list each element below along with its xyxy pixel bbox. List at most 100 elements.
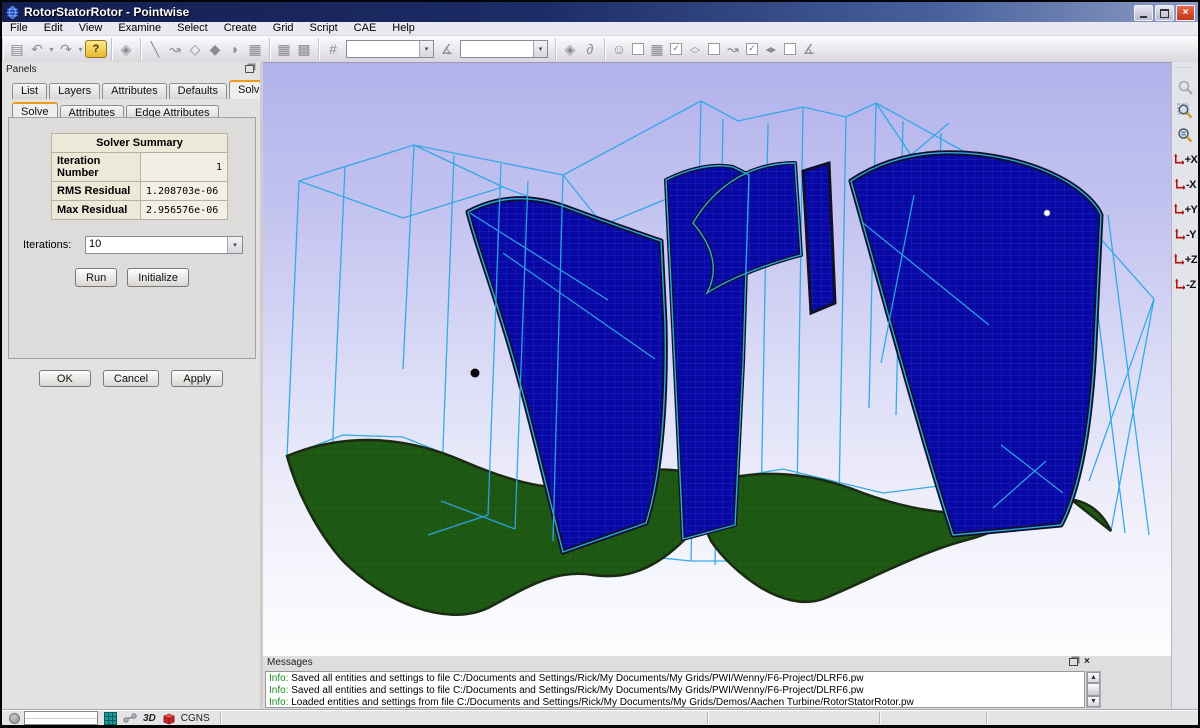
show-database-checkbox[interactable]: ✓ [746,43,758,55]
magnifier-box-icon [1177,103,1194,120]
log-line: Info: Saved all entities and settings to… [269,673,1081,685]
ok-button[interactable]: OK [39,370,91,387]
iterations-row: Iterations: 10 ▾ [23,236,243,254]
content-area: Panels List Layers Attributes Defaults S… [2,62,1198,710]
view-plus-z-button[interactable]: +Z [1172,249,1198,270]
create-curve-icon[interactable]: ↝ [165,39,185,59]
show-connectors-checkbox[interactable] [708,43,720,55]
cancel-button[interactable]: Cancel [103,370,159,387]
spacing-visibility-icon[interactable]: ∡ [799,39,819,59]
restore-button[interactable] [1155,5,1174,21]
title-bar[interactable]: RotorStatorRotor - Pointwise × [2,2,1198,22]
run-button[interactable]: Run [75,268,117,287]
axis-label: +Z [1185,254,1197,266]
show-blocks-checkbox[interactable] [632,43,644,55]
log-level: Info: [269,673,288,684]
toolbar-group-solve: ◈ ∂ [555,38,604,60]
zoom-select-button[interactable] [1173,75,1197,99]
angle-combo[interactable]: ▾ [460,40,548,58]
structured-grid-icon[interactable]: ▦ [274,39,294,59]
tab-list[interactable]: List [12,83,47,99]
status-segment [880,712,980,724]
initialize-button[interactable]: Initialize [127,268,189,287]
menu-grid[interactable]: Grid [265,22,302,35]
apply-button[interactable]: Apply [171,370,223,387]
menu-edit[interactable]: Edit [36,22,71,35]
toolbar-group-grid: ▦ ▩ [269,38,318,60]
show-domains-checkbox[interactable]: ✓ [670,43,682,55]
axis-icon [1174,278,1185,291]
scroll-down-icon[interactable]: ▼ [1087,696,1100,707]
undo-dropdown-icon[interactable]: ▾ [47,39,56,59]
solve-domain-icon[interactable]: ◈ [560,39,580,59]
tab-layers[interactable]: Layers [49,83,100,99]
iterations-combo-arrow-icon[interactable]: ▾ [227,237,242,253]
create-domain-icon[interactable]: ◇ [185,39,205,59]
minimize-button[interactable] [1134,5,1153,21]
create-connector-icon[interactable]: ╲ [145,39,165,59]
view-plus-y-button[interactable]: +Y [1172,199,1198,220]
menu-select[interactable]: Select [169,22,216,35]
toolbar-drag-handle[interactable]: ⋯⋯ [1177,64,1193,72]
scene-3d [263,63,1171,657]
undo-icon[interactable]: ↶ [27,39,47,59]
iterations-combo[interactable]: 10 ▾ [85,236,243,254]
messages-title: Messages [263,656,1101,670]
partial-derivative-icon[interactable]: ∂ [580,39,600,59]
axis-icon [1173,153,1184,166]
tab-attributes[interactable]: Attributes [102,83,166,99]
show-spacings-checkbox[interactable] [784,43,796,55]
view-minus-x-button[interactable]: -X [1172,174,1198,195]
solve-page: Solver Summary Iteration Number 1 RMS Re… [8,117,256,359]
cae-solver-label: CGNS [181,713,210,724]
messages-close-icon[interactable]: × [1084,658,1090,666]
database-visibility-icon[interactable]: ◆ [761,44,781,55]
axis-icon [1173,203,1184,216]
menu-file[interactable]: File [2,22,36,35]
create-block-icon[interactable]: ▦ [245,39,265,59]
create-structured-domain-icon[interactable]: ◆ [205,39,225,59]
menu-view[interactable]: View [71,22,111,35]
view-minus-y-button[interactable]: -Y [1172,224,1198,245]
minimize-icon [1140,13,1147,18]
help-icon[interactable]: ? [85,40,107,58]
redo-dropdown-icon[interactable]: ▾ [76,39,85,59]
save-icon[interactable]: ▤ [7,39,27,59]
menu-create[interactable]: Create [216,22,265,35]
progress-indicator [24,711,98,725]
domain-visibility-icon[interactable]: ◇ [685,44,705,55]
selected-point-marker[interactable] [471,369,480,378]
close-button[interactable]: × [1176,5,1195,21]
axis-icon [1174,178,1185,191]
axis-icon [1174,228,1185,241]
scroll-thumb[interactable] [1087,683,1100,695]
connector-visibility-icon[interactable]: ↝ [723,39,743,59]
messages-log[interactable]: Info: Saved all entities and settings to… [265,671,1085,708]
menu-script[interactable]: Script [302,22,346,35]
zoom-actual-button[interactable] [1173,123,1197,147]
messages-float-icon[interactable] [1069,658,1078,666]
create-fan-icon[interactable]: ◗ [225,39,245,59]
panels-float-icon[interactable] [245,65,254,73]
zoom-extents-button[interactable] [1173,99,1197,123]
toolbar-group-visibility: ☺ ▦ ✓ ◇ ↝ ✓ ◆ ∡ [604,38,823,60]
panels-dock-title: Panels [2,62,260,77]
block-visibility-icon[interactable]: ▦ [647,39,667,59]
menu-help[interactable]: Help [384,22,423,35]
angle-combo-arrow-icon[interactable]: ▾ [533,41,547,57]
dimension-combo-arrow-icon[interactable]: ▾ [419,41,433,57]
messages-scrollbar[interactable]: ▲ ▼ [1086,671,1101,708]
dimension-combo[interactable]: ▾ [346,40,434,58]
menu-cae[interactable]: CAE [346,22,385,35]
view-plus-x-button[interactable]: +X [1172,149,1198,170]
redo-icon[interactable]: ↷ [56,39,76,59]
view-minus-z-button[interactable]: -Z [1172,274,1198,295]
display-viewport[interactable] [263,62,1171,656]
unstructured-grid-icon[interactable]: ▩ [294,39,314,59]
mask-icon[interactable]: ☺ [609,39,629,59]
scroll-up-icon[interactable]: ▲ [1087,672,1100,683]
tab-defaults[interactable]: Defaults [169,83,227,99]
highlight-point-marker[interactable] [1044,210,1050,216]
layer-stack-icon[interactable]: ◈ [116,39,136,59]
menu-examine[interactable]: Examine [110,22,169,35]
